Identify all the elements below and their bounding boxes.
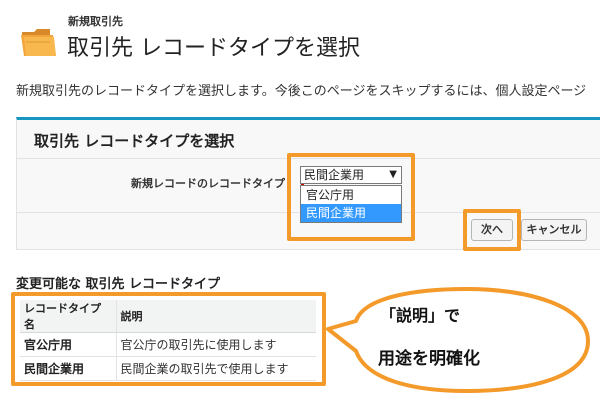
section-title: 変更可能な 取引先 レコードタイプ: [16, 277, 221, 292]
column-header-description: 説明: [115, 300, 316, 333]
callout-text: 「説明」で: [380, 306, 461, 325]
panel-title: 取引先 レコードタイプを選択: [34, 132, 235, 150]
divider: [17, 158, 600, 159]
record-type-dropdown[interactable]: 官公庁用 民間企業用: [300, 185, 402, 223]
option-private-company[interactable]: 民間企業用: [301, 204, 401, 222]
folder-icon: [21, 29, 56, 56]
page-header: 新規取引先 取引先 レコードタイプを選択: [0, 0, 600, 70]
select-value: 民間企業用: [304, 168, 365, 182]
intro-text: 新規取引先のレコードタイプを選択します。今後このページをスキップするには、個人設…: [16, 84, 587, 99]
record-type-description: 官公庁の取引先に使用します: [115, 332, 316, 357]
breadcrumb: 新規取引先: [68, 15, 123, 28]
cancel-button[interactable]: キャンセル: [521, 219, 587, 241]
callout-bubble: [326, 287, 590, 393]
record-type-description: 民間企業の取引先で使用します: [115, 356, 316, 381]
column-header-name: レコードタイプ名: [20, 300, 116, 333]
record-type-select[interactable]: 民間企業用 ▼: [300, 166, 402, 184]
table-row: 民間企業用 民間企業の取引先で使用します: [20, 356, 316, 381]
table-header-row: レコードタイプ名 説明: [20, 300, 316, 333]
record-type-name: 民間企業用: [20, 356, 116, 381]
page-title: 取引先 レコードタイプを選択: [67, 36, 360, 61]
option-government[interactable]: 官公庁用: [301, 186, 401, 204]
table-row: 官公庁用 官公庁の取引先に使用します: [20, 332, 316, 357]
callout-text: 用途を明確化: [378, 349, 480, 369]
chevron-down-icon[interactable]: ▼: [389, 167, 397, 183]
record-type-table: レコードタイプ名 説明 官公庁用 官公庁の取引先に使用します 民間企業用 民間企…: [20, 300, 316, 381]
record-type-field-label: 新規レコードのレコードタイプ: [131, 177, 285, 190]
record-type-name: 官公庁用: [20, 332, 116, 357]
next-button[interactable]: 次へ: [471, 219, 513, 241]
